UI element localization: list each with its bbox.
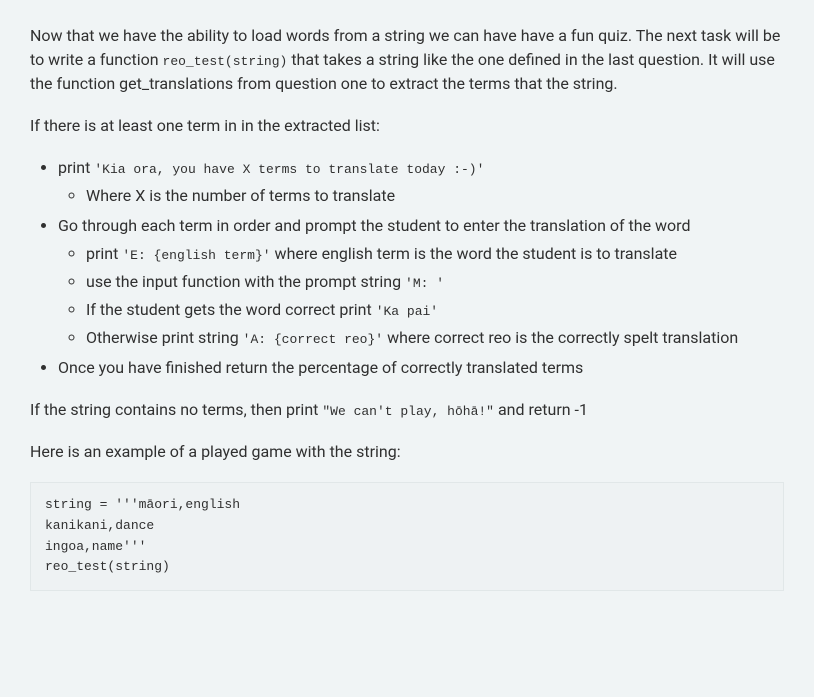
b2s4-pre: Otherwise print string (86, 328, 243, 347)
b2s4-code: 'A: {correct reo}' (243, 332, 383, 347)
sublist-item: use the input function with the prompt s… (86, 270, 784, 294)
b2s2-pre: use the input function with the prompt s… (86, 272, 405, 291)
b2s1-pre: print (86, 244, 122, 263)
intro-paragraph: Now that we have the ability to load wor… (30, 24, 784, 96)
b2s2-code: 'M: ' (405, 276, 444, 291)
sublist-item: Otherwise print string 'A: {correct reo}… (86, 326, 784, 350)
b2s4-post: where correct reo is the correctly spelt… (383, 328, 738, 347)
intro-code: reo_test(string) (163, 54, 288, 69)
bullet-1-pre: print (58, 158, 94, 177)
sublist: print 'E: {english term}' where english … (58, 242, 784, 350)
bullet-2-text: Go through each term in order and prompt… (58, 216, 690, 235)
sublist: Where X is the number of terms to transl… (58, 184, 784, 208)
no-terms-paragraph: If the string contains no terms, then pr… (30, 398, 784, 422)
no-terms-pre: If the string contains no terms, then pr… (30, 400, 322, 419)
bullet-1-code: 'Kia ora, you have X terms to translate … (94, 162, 484, 177)
list-item: Go through each term in order and prompt… (58, 214, 784, 350)
instruction-list: print 'Kia ora, you have X terms to tran… (30, 156, 784, 380)
example-intro: Here is an example of a played game with… (30, 440, 784, 464)
sublist-item: print 'E: {english term}' where english … (86, 242, 784, 266)
sublist-item: If the student gets the word correct pri… (86, 298, 784, 322)
no-terms-post: and return -1 (494, 400, 588, 419)
b2s1-post: where english term is the word the stude… (271, 244, 677, 263)
b2s1-code: 'E: {english term}' (122, 248, 270, 263)
example-code-block: string = '''māori,english kanikani,dance… (30, 482, 784, 591)
b2s3-code: 'Ka pai' (376, 304, 438, 319)
list-item: Once you have finished return the percen… (58, 356, 784, 380)
question-body: Now that we have the ability to load wor… (0, 0, 814, 621)
sublist-item: Where X is the number of terms to transl… (86, 184, 784, 208)
list-item: print 'Kia ora, you have X terms to tran… (58, 156, 784, 208)
b2s3-pre: If the student gets the word correct pri… (86, 300, 376, 319)
no-terms-code: "We can't play, hōhā!" (322, 404, 494, 419)
condition-intro: If there is at least one term in in the … (30, 114, 784, 138)
